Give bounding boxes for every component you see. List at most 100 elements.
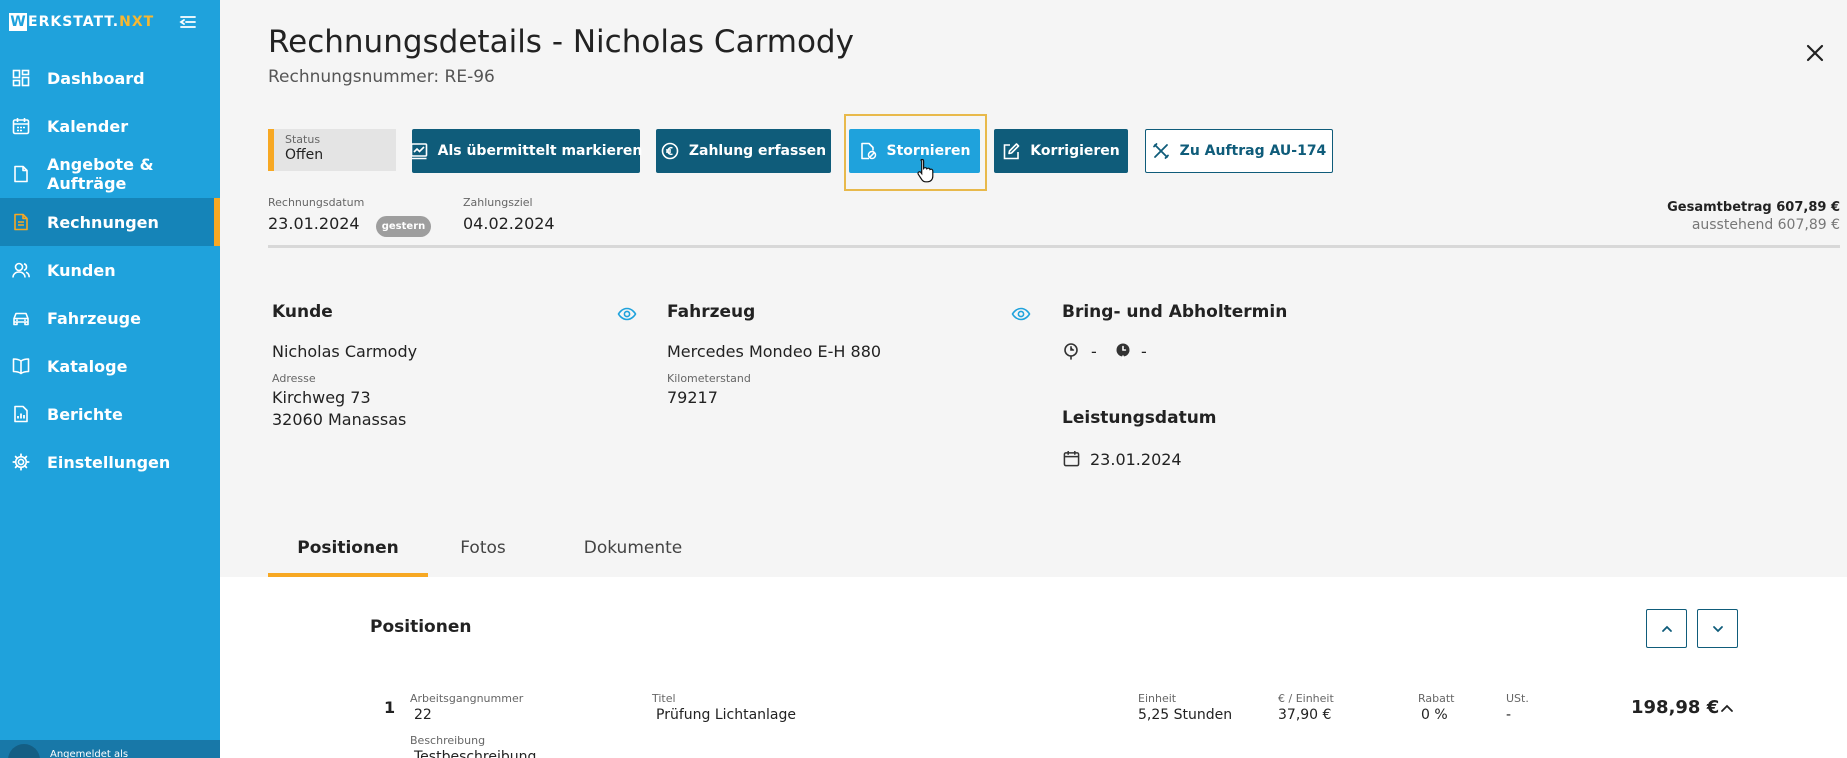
mileage-value: 79217 bbox=[667, 388, 718, 407]
sidebar-item-rechnungen[interactable]: Rechnungen bbox=[0, 198, 220, 246]
sidebar-item-angebote[interactable]: Angebote & Aufträge bbox=[0, 150, 220, 198]
dashboard-icon bbox=[12, 69, 30, 87]
euro-icon bbox=[661, 142, 679, 160]
sidebar-item-label: Kalender bbox=[47, 116, 129, 136]
vat-value[interactable]: - bbox=[1506, 707, 1511, 723]
go-to-order-button[interactable]: Zu Auftrag AU-174 bbox=[1145, 129, 1333, 173]
mark-sent-button[interactable]: Als übermittelt markieren bbox=[410, 129, 643, 173]
move-up-button[interactable] bbox=[1646, 609, 1687, 648]
status-value: Offen bbox=[285, 147, 324, 163]
sidebar-item-label: Dashboard bbox=[47, 68, 145, 88]
description-label: Beschreibung bbox=[410, 734, 486, 747]
pickup-time-value: - bbox=[1141, 342, 1147, 361]
position-index: 1 bbox=[384, 698, 396, 717]
invoice-number: Rechnungsnummer: RE-96 bbox=[268, 67, 495, 87]
total-amount: Gesamtbetrag 607,89 € bbox=[1667, 200, 1840, 215]
book-icon bbox=[12, 357, 30, 375]
record-payment-label: Zahlung erfassen bbox=[688, 143, 827, 159]
logo[interactable]: W ERKSTATT.NXT bbox=[0, 0, 220, 44]
sidebar-item-dashboard[interactable]: Dashboard bbox=[0, 54, 220, 102]
sidebar-nav: Dashboard Kalender Angebote & Aufträge R… bbox=[0, 54, 220, 486]
chart-check-icon bbox=[410, 142, 428, 160]
sidebar-item-fahrzeuge[interactable]: Fahrzeuge bbox=[0, 294, 220, 342]
view-vehicle-eye-icon[interactable] bbox=[1011, 304, 1031, 324]
customer-name: Nicholas Carmody bbox=[272, 342, 418, 361]
chevron-down-icon bbox=[1712, 625, 1723, 632]
tab-positionen[interactable]: Positionen bbox=[268, 527, 428, 577]
document-cancel-icon bbox=[859, 142, 877, 160]
mark-sent-label: Als übermittelt markieren bbox=[437, 143, 643, 159]
vehicle-name: Mercedes Mondeo E-H 880 bbox=[667, 342, 882, 361]
sidebar-item-label: Kataloge bbox=[47, 356, 128, 376]
correct-label: Korrigieren bbox=[1030, 143, 1120, 159]
tab-dokumente[interactable]: Dokumente bbox=[568, 527, 698, 577]
mileage-label: Kilometerstand bbox=[667, 372, 751, 385]
report-icon bbox=[12, 405, 30, 423]
due-date-block: Zahlungsziel 04.02.2024 bbox=[463, 196, 555, 233]
operation-number-label: Arbeitsgangnummer bbox=[410, 692, 524, 705]
move-down-button[interactable] bbox=[1697, 609, 1738, 648]
sidebar-item-kalender[interactable]: Kalender bbox=[0, 102, 220, 150]
main-content: Rechnungsdetails - Nicholas Carmody Rech… bbox=[220, 0, 1847, 758]
sidebar-item-label: Kunden bbox=[47, 260, 116, 280]
positions-title: Positionen bbox=[370, 617, 472, 637]
customer-heading: Kunde bbox=[272, 302, 333, 322]
description-value[interactable]: Testbeschreibung bbox=[414, 749, 536, 758]
sidebar-item-einstellungen[interactable]: Einstellungen bbox=[0, 438, 220, 486]
logged-in-as-label: Angemeldet als bbox=[50, 749, 129, 758]
car-icon bbox=[12, 309, 30, 327]
cancel-invoice-button[interactable]: Stornieren bbox=[849, 129, 980, 173]
invoice-date-block: Rechnungsdatum 23.01.2024 bbox=[268, 196, 364, 233]
edit-document-icon bbox=[1002, 142, 1020, 160]
address-street: Kirchweg 73 bbox=[272, 388, 371, 407]
sidebar-item-label: Rechnungen bbox=[47, 212, 159, 232]
invoice-date-label: Rechnungsdatum bbox=[268, 196, 365, 209]
correct-button[interactable]: Korrigieren bbox=[994, 129, 1128, 173]
due-date-label: Zahlungsziel bbox=[463, 196, 533, 209]
sidebar-item-label: Fahrzeuge bbox=[47, 308, 141, 328]
close-icon[interactable] bbox=[1805, 43, 1825, 63]
vat-label: USt. bbox=[1506, 692, 1529, 705]
due-date-value: 04.02.2024 bbox=[463, 214, 555, 233]
unit-label: Einheit bbox=[1138, 692, 1177, 705]
logo-mark: W bbox=[9, 13, 27, 31]
discount-label: Rabatt bbox=[1418, 692, 1455, 705]
users-icon bbox=[12, 261, 30, 279]
vehicle-heading: Fahrzeug bbox=[667, 302, 756, 322]
service-date-heading: Leistungsdatum bbox=[1062, 408, 1217, 428]
collapse-position-chevron-icon[interactable] bbox=[1718, 700, 1736, 718]
unit-value[interactable]: 5,25 Stunden bbox=[1138, 707, 1232, 723]
sidebar-item-kataloge[interactable]: Kataloge bbox=[0, 342, 220, 390]
logo-accent: NXT bbox=[119, 14, 155, 30]
discount-value[interactable]: 0 % bbox=[1421, 707, 1448, 723]
sidebar-item-label: Angebote & Aufträge bbox=[47, 155, 154, 193]
status-field[interactable]: Status Offen bbox=[268, 129, 396, 171]
unit-price-label: € / Einheit bbox=[1278, 692, 1334, 705]
document-icon bbox=[12, 165, 30, 183]
go-to-order-label: Zu Auftrag AU-174 bbox=[1179, 143, 1327, 159]
record-payment-button[interactable]: Zahlung erfassen bbox=[656, 129, 831, 173]
invoice-icon bbox=[12, 213, 30, 231]
chevron-up-icon bbox=[1661, 625, 1672, 632]
calendar-icon bbox=[12, 117, 30, 135]
sidebar-item-label: Einstellungen bbox=[47, 452, 171, 472]
address-city: 32060 Manassas bbox=[272, 410, 407, 429]
tab-fotos[interactable]: Fotos bbox=[443, 527, 523, 577]
pointer-cursor-icon bbox=[917, 158, 934, 183]
title-label: Titel bbox=[652, 692, 676, 705]
page-title: Rechnungsdetails - Nicholas Carmody bbox=[268, 24, 854, 60]
view-customer-eye-icon[interactable] bbox=[617, 304, 637, 324]
position-total: 198,98 € bbox=[1631, 697, 1720, 718]
tools-icon bbox=[1152, 142, 1170, 160]
sidebar-item-kunden[interactable]: Kunden bbox=[0, 246, 220, 294]
sidebar: W ERKSTATT.NXT Dashboard Kalender Angebo… bbox=[0, 0, 220, 758]
sidebar-item-berichte[interactable]: Berichte bbox=[0, 390, 220, 438]
sidebar-item-label: Berichte bbox=[47, 404, 123, 424]
operation-number-value[interactable]: 22 bbox=[414, 707, 432, 723]
positions-panel: Positionen 1 Arbeitsgangnummer 22 Titel … bbox=[220, 577, 1847, 758]
unit-price-value[interactable]: 37,90 € bbox=[1278, 707, 1331, 723]
bring-time-value: - bbox=[1091, 342, 1097, 361]
title-value[interactable]: Prüfung Lichtanlage bbox=[656, 707, 796, 723]
relative-date-badge: gestern bbox=[376, 216, 431, 237]
collapse-sidebar-icon[interactable] bbox=[178, 12, 198, 32]
